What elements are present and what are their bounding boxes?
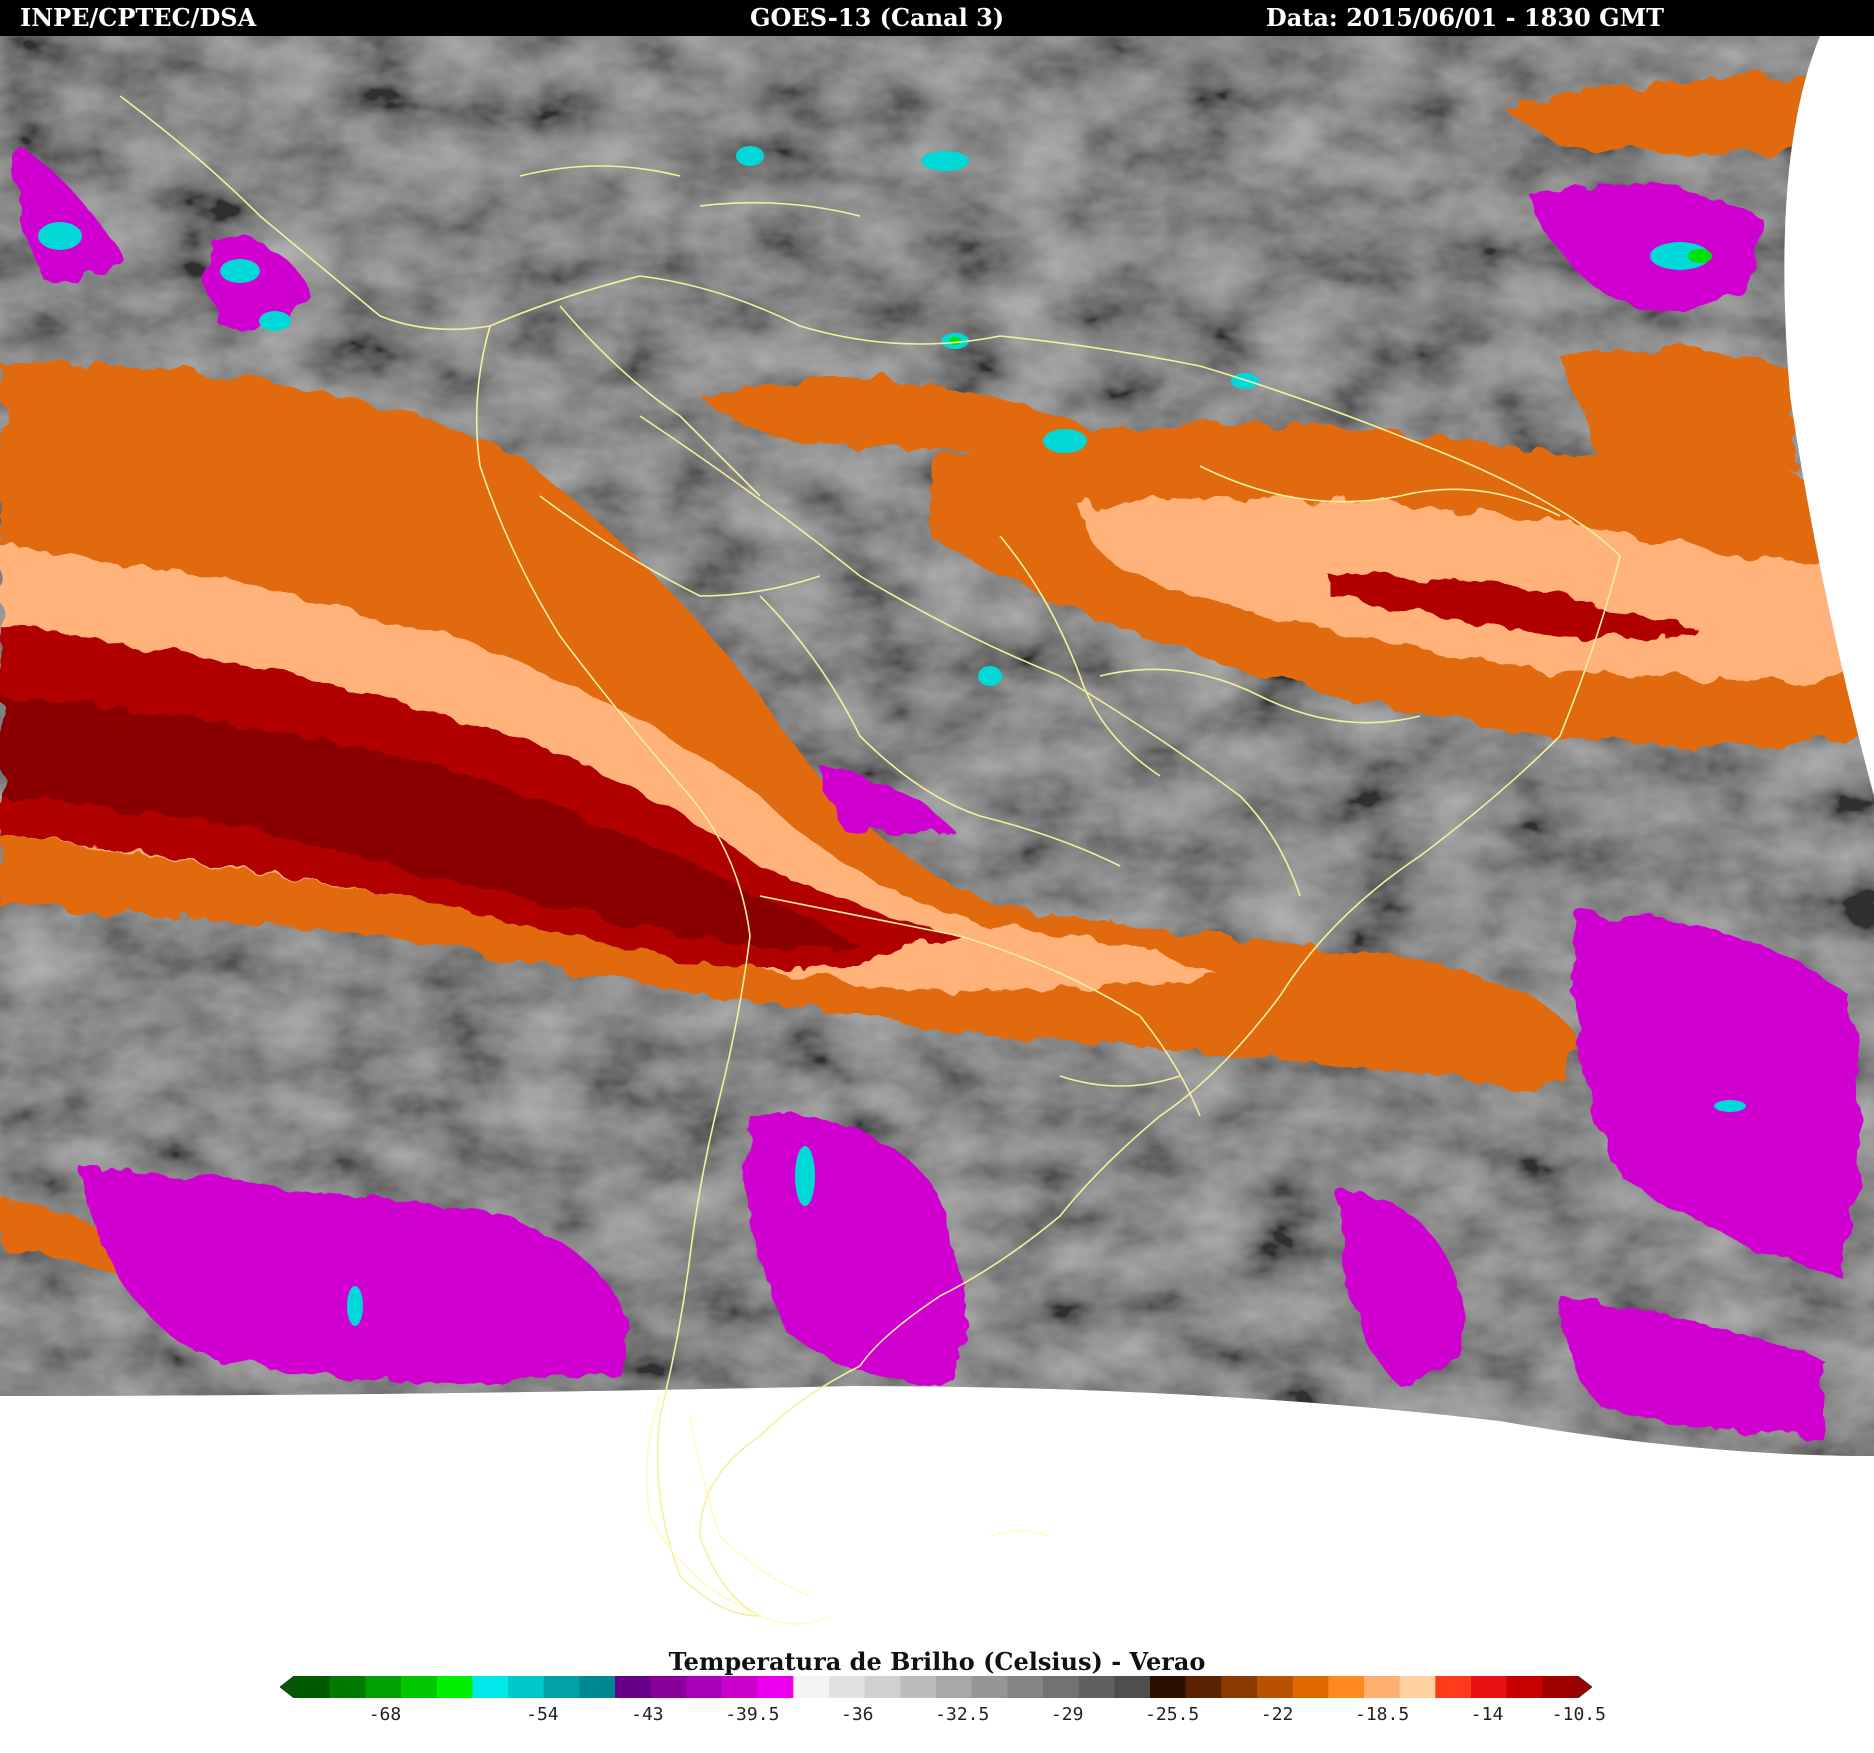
core-cyan	[220, 259, 260, 283]
colorbar-tick-label: -36	[841, 1704, 874, 1725]
colorbar-tick-label: -10.5	[1551, 1704, 1606, 1725]
colorbar-swatch	[401, 1676, 438, 1698]
colorbar-swatch	[1506, 1676, 1543, 1698]
core-cyan	[1043, 429, 1087, 453]
colorbar-swatch	[1399, 1676, 1436, 1698]
colorbar-tick-label: -39.5	[725, 1704, 780, 1725]
core-cyan	[259, 311, 291, 331]
colorbar-tick-label: -22	[1260, 1704, 1294, 1725]
colorbar-tick-label: -43	[631, 1704, 664, 1725]
colorbar-tick-label: -29	[1050, 1704, 1084, 1725]
colorbar-swatch	[1007, 1676, 1044, 1698]
core-green	[949, 337, 961, 345]
colorbar-swatch	[1435, 1676, 1472, 1698]
colorbar-swatch	[722, 1676, 759, 1698]
colorbar-swatch	[1185, 1676, 1222, 1698]
core-cyan	[795, 1146, 815, 1206]
colorbar-swatch	[650, 1676, 687, 1698]
colorbar-swatch	[686, 1676, 723, 1698]
core-cyan	[921, 151, 969, 171]
colorbar-swatch	[793, 1676, 830, 1698]
satellite-map	[0, 36, 1874, 1625]
core-cyan	[38, 222, 82, 250]
core-cyan	[1714, 1100, 1746, 1112]
colorbar-swatch	[472, 1676, 509, 1698]
colorbar-swatch	[1114, 1676, 1151, 1698]
colorbar-tick-label: -68	[368, 1704, 402, 1725]
colorbar-left-arrow	[280, 1676, 295, 1698]
agency-label: INPE/CPTEC/DSA	[20, 3, 257, 32]
colorbar-swatch	[829, 1676, 866, 1698]
core-cyan	[347, 1286, 363, 1326]
colorbar-swatch	[1221, 1676, 1258, 1698]
colorbar-swatch	[329, 1676, 366, 1698]
colorbar-tick-label: -32.5	[935, 1704, 990, 1725]
colorbar-tick-label: -25.5	[1145, 1704, 1200, 1725]
patagonia-outline	[645, 1395, 1051, 1625]
colorbar-right-arrow	[1577, 1676, 1592, 1698]
colorbar-swatch	[1471, 1676, 1508, 1698]
color-scale-bar	[280, 1676, 1592, 1698]
colorbar-swatch	[508, 1676, 545, 1698]
colorbar-swatch	[936, 1676, 973, 1698]
colorbar-swatch	[579, 1676, 616, 1698]
colorbar-swatch	[971, 1676, 1008, 1698]
colorbar-swatch	[757, 1676, 794, 1698]
colorbar-swatch	[1364, 1676, 1401, 1698]
colorbar-swatch	[1542, 1676, 1579, 1698]
legend-title: Temperatura de Brilho (Celsius) - Verao	[668, 1647, 1206, 1676]
colorbar-swatch	[1078, 1676, 1115, 1698]
date-time-label: Data: 2015/06/01 - 1830 GMT	[1265, 3, 1664, 32]
colorbar-swatch	[900, 1676, 937, 1698]
colorbar-swatch	[365, 1676, 402, 1698]
colorbar-swatch	[1043, 1676, 1080, 1698]
colorbar-swatch	[864, 1676, 901, 1698]
core-cyan	[736, 146, 764, 166]
colorbar-swatch	[294, 1676, 331, 1698]
satellite-channel-label: GOES-13 (Canal 3)	[750, 3, 1005, 32]
colorbar-swatch	[1150, 1676, 1187, 1698]
colorbar-tick-label: -54	[526, 1704, 559, 1725]
title-bar: INPE/CPTEC/DSA GOES-13 (Canal 3) Data: 2…	[0, 0, 1874, 36]
colorbar-swatch	[1328, 1676, 1365, 1698]
colorbar-swatch	[436, 1676, 473, 1698]
core-cyan	[1231, 373, 1259, 389]
colorbar-tick-label: -14	[1470, 1704, 1504, 1725]
colorbar-swatch	[543, 1676, 580, 1698]
core-green	[1688, 249, 1712, 263]
core-cyan	[978, 666, 1002, 686]
color-scale-ticks: -68 -54 -43 -39.5 -36 -32.5 -29 -25.5 -22 -18.5 -1…	[280, 1704, 1606, 1734]
colorbar-swatch	[615, 1676, 652, 1698]
colorbar-swatch	[1257, 1676, 1294, 1698]
colorbar-tick-label: -18.5	[1354, 1704, 1410, 1725]
colorbar-swatch	[1292, 1676, 1329, 1698]
